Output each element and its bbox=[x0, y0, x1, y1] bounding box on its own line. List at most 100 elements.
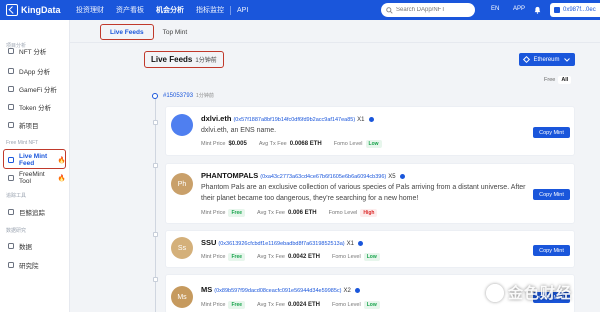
mint-price-stat: Mint Price $0.005 bbox=[201, 141, 247, 147]
ethereum-icon bbox=[357, 240, 363, 246]
sidebar-section-title: 数据研究 bbox=[6, 228, 27, 234]
sidebar-item-new-project[interactable]: 新项目 bbox=[8, 118, 66, 131]
sidebar-item-label: 巨鲸追踪 bbox=[19, 209, 45, 217]
search-input[interactable] bbox=[396, 7, 471, 13]
stat-label: Fomo Level bbox=[331, 302, 361, 308]
sidebar-item-freemint-tool[interactable]: FreeMint Tool 🔥 bbox=[8, 170, 66, 185]
sidebar-item-label: GameFi 分析 bbox=[19, 86, 57, 94]
ethereum-icon bbox=[368, 116, 374, 122]
tab-top-mint[interactable]: Top Mint bbox=[154, 24, 197, 40]
sidebar-item-gamefi[interactable]: GameFi 分析 bbox=[8, 82, 66, 95]
mint-price-stat: Mint Price Free bbox=[201, 209, 246, 217]
collection-name[interactable]: dxlvi.eth (0x57f1887a8bf19b14fc0df6fd9b2a… bbox=[201, 114, 374, 123]
sidebar-item-data[interactable]: 数据 bbox=[8, 239, 66, 252]
brand-name: KingData bbox=[21, 5, 61, 15]
avg-fee-value: 0.006 ETH bbox=[287, 210, 317, 216]
avg-fee-stat: Avg Tx Fee 0.0068 ETH bbox=[259, 141, 322, 147]
fire-icon: 🔥 bbox=[57, 156, 66, 164]
avg-fee-value: 0.0068 ETH bbox=[289, 141, 322, 147]
page-title: Live Feeds 1分钟前 bbox=[144, 51, 224, 68]
collection-title: SSU bbox=[201, 238, 217, 247]
sidebar-item-label: Live Mint Feed bbox=[19, 152, 48, 167]
copy-mint-button[interactable]: Copy Mint bbox=[533, 127, 570, 138]
block-dot-icon bbox=[152, 92, 158, 99]
top-nav: KingData 投资理财 资产看板 机会分析 指标监控 API EN APP … bbox=[0, 0, 600, 20]
collection-title: MS bbox=[201, 285, 213, 294]
sidebar-item-research[interactable]: 研究院 bbox=[8, 258, 66, 271]
ethereum-icon bbox=[522, 55, 531, 64]
free-badge: Free bbox=[228, 301, 246, 309]
block-time: 1分钟前 bbox=[196, 93, 214, 99]
stat-label: Fomo Level bbox=[328, 210, 358, 216]
contract-address[interactable]: (0x57f1887a8bf19b14fc0df6fd9b2acc9af147e… bbox=[233, 117, 355, 123]
copy-mint-button[interactable]: Copy Mint bbox=[533, 245, 570, 256]
language-switch[interactable]: EN bbox=[491, 6, 499, 12]
collection-title: PHANTOMPALS bbox=[201, 171, 259, 180]
fomo-badge: Low bbox=[365, 140, 382, 148]
data-icon bbox=[8, 242, 14, 249]
mint-count: X1 bbox=[346, 241, 354, 247]
watermark: 金色财经 bbox=[486, 282, 572, 303]
collection-name[interactable]: SSU (0x3613926cfcbdf1e1169ebadbd8f7a63198… bbox=[201, 238, 363, 247]
fomo-badge: Low bbox=[363, 301, 380, 309]
avg-fee-stat: Avg Tx Fee 0.0042 ETH bbox=[257, 254, 320, 260]
sidebar-section-title: Free Mint NFT bbox=[6, 140, 39, 146]
stat-label: Avg Tx Fee bbox=[257, 302, 285, 308]
sidebar-item-nft[interactable]: NFT 分析 bbox=[8, 44, 66, 57]
sidebar-item-whale-tracking[interactable]: 巨鲸追踪 bbox=[8, 205, 66, 218]
free-badge: Free bbox=[228, 209, 246, 217]
contract-address[interactable]: (0x89b597f99dacd08ceacfc091e56944d34e599… bbox=[214, 288, 341, 294]
sidebar-item-label: FreeMint Tool bbox=[19, 170, 45, 185]
nav-item-assets[interactable]: 资产看板 bbox=[110, 0, 150, 20]
timeline-dot bbox=[153, 163, 158, 168]
timeline-dot bbox=[153, 232, 158, 237]
search-icon bbox=[386, 6, 393, 14]
stat-label: Mint Price bbox=[201, 254, 226, 260]
wallet-address-button[interactable]: 0x987f...0ec bbox=[550, 3, 600, 17]
sidebar-item-live-mint-feed[interactable]: Live Mint Feed 🔥 bbox=[8, 152, 66, 167]
nav-item-opportunity[interactable]: 机会分析 bbox=[150, 0, 190, 20]
kingdata-logo-icon bbox=[6, 4, 18, 16]
sidebar-item-dapp[interactable]: DApp 分析 bbox=[8, 64, 66, 77]
new-project-icon bbox=[8, 121, 14, 128]
collection-title: dxlvi.eth bbox=[201, 114, 232, 123]
bell-icon[interactable] bbox=[534, 6, 541, 14]
contract-address[interactable]: (0x3613926cfcbdf1e1169ebadbd8f7a63198525… bbox=[218, 241, 344, 247]
mint-price-stat: Mint Price Free bbox=[201, 301, 246, 309]
sidebar-section-title: 追踪工具 bbox=[6, 193, 27, 199]
mint-card: Ph PHANTOMPALS (0xa43c2773a63cd4ce67b6f16… bbox=[165, 163, 575, 224]
stat-label: Avg Tx Fee bbox=[258, 141, 287, 147]
app-link[interactable]: APP bbox=[513, 6, 525, 12]
chain-select[interactable]: Ethereum bbox=[519, 53, 575, 66]
collection-name[interactable]: PHANTOMPALS (0xa43c2773a63cd4ce67b6f1605e… bbox=[201, 171, 405, 180]
tab-live-feeds[interactable]: Live Feeds bbox=[100, 24, 154, 40]
live-feed-icon bbox=[8, 156, 14, 163]
search-box[interactable] bbox=[381, 3, 475, 17]
card-stats: Mint Price Free Avg Tx Fee 0.0024 ETH Fomo… bbox=[201, 301, 392, 309]
tab-divider bbox=[70, 42, 600, 43]
nav-item-monitor[interactable]: 指标监控 bbox=[190, 0, 230, 20]
sidebar-item-token[interactable]: Token 分析 bbox=[8, 100, 66, 113]
stat-label: Avg Tx Fee bbox=[257, 254, 285, 260]
contract-address[interactable]: (0xa43c2773a63cd4ce67b6f1605e6b6a6094cb3… bbox=[260, 174, 386, 180]
avg-fee-stat: Avg Tx Fee 0.006 ETH bbox=[257, 210, 317, 216]
wallet-address: 0x987f...0ec bbox=[563, 7, 596, 13]
fomo-badge: High bbox=[360, 209, 378, 217]
block-header: #15053793 1分钟前 bbox=[152, 92, 214, 99]
filter-free[interactable]: Free bbox=[541, 76, 558, 84]
copy-mint-button[interactable]: Copy Mint bbox=[533, 189, 570, 200]
nft-icon bbox=[8, 47, 14, 54]
block-number[interactable]: #15053793 bbox=[163, 93, 193, 99]
mint-count: X2 bbox=[343, 288, 351, 294]
fomo-badge: Low bbox=[363, 253, 380, 261]
filter-all[interactable]: All bbox=[558, 76, 572, 84]
research-icon bbox=[8, 261, 14, 268]
card-stats: Mint Price $0.005 Avg Tx Fee 0.0068 ETH Fo… bbox=[201, 140, 394, 148]
chevron-down-icon bbox=[564, 57, 570, 62]
brand-logo[interactable]: KingData bbox=[0, 4, 70, 16]
dapp-icon bbox=[8, 67, 14, 74]
fomo-stat: Fomo Level High bbox=[329, 209, 378, 217]
nav-item-invest[interactable]: 投资理财 bbox=[70, 0, 110, 20]
collection-name[interactable]: MS (0x89b597f99dacd08ceacfc091e56944d34e5… bbox=[201, 285, 360, 294]
nav-item-api[interactable]: API bbox=[231, 0, 254, 20]
